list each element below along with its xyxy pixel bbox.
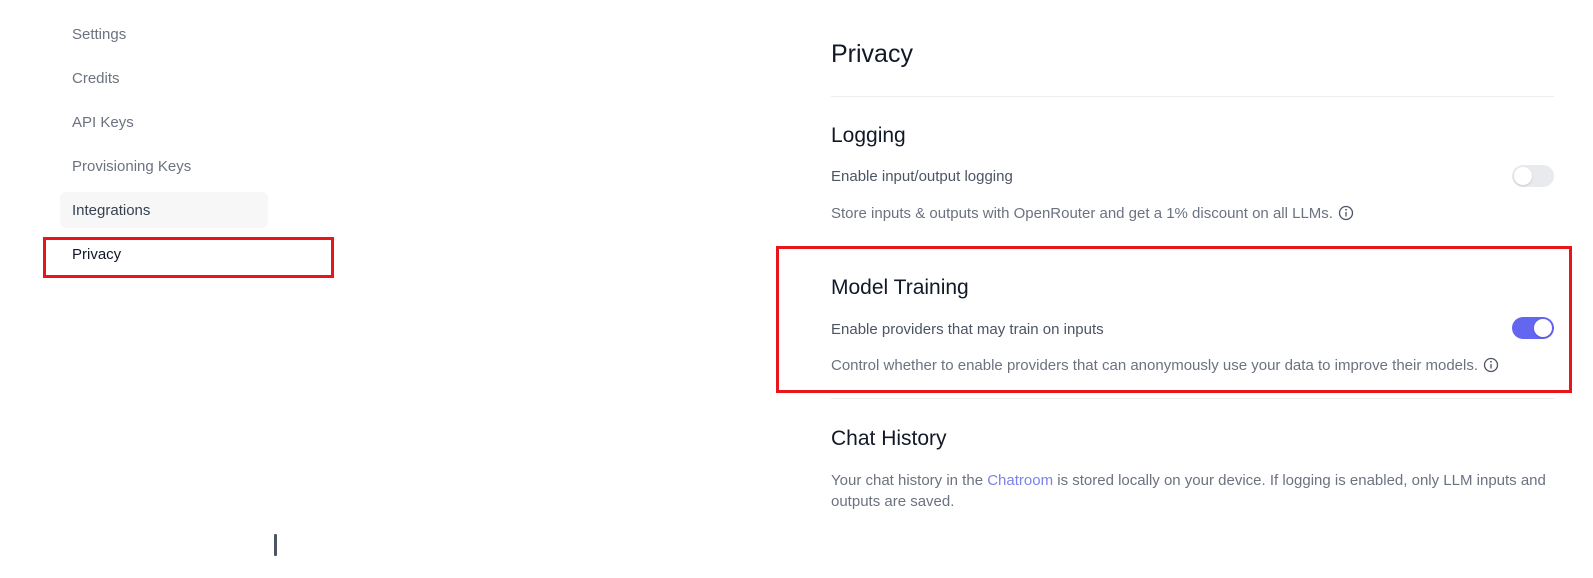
chat-history-section-title: Chat History	[831, 427, 947, 450]
sidebar-item-integrations[interactable]: Integrations	[60, 192, 268, 228]
sidebar-item-privacy[interactable]: Privacy	[60, 236, 268, 272]
logging-section-title: Logging	[831, 124, 906, 147]
sidebar-nav: Settings Credits API Keys Provisioning K…	[0, 0, 340, 578]
sidebar-item-provisioning-keys[interactable]: Provisioning Keys	[60, 148, 268, 184]
sidebar-item-api-keys[interactable]: API Keys	[60, 104, 268, 140]
model-training-toggle[interactable]	[1512, 317, 1554, 339]
info-icon[interactable]	[1338, 205, 1354, 221]
divider	[831, 96, 1554, 97]
page-title: Privacy	[831, 40, 913, 68]
model-training-section-title: Model Training	[831, 276, 969, 299]
divider	[831, 246, 1554, 247]
privacy-settings-panel: Privacy Logging Enable input/output logg…	[831, 0, 1554, 578]
sidebar-item-credits[interactable]: Credits	[60, 60, 268, 96]
divider	[831, 398, 1554, 399]
chatroom-link[interactable]: Chatroom	[987, 472, 1053, 489]
chat-history-description: Your chat history in the Chatroom is sto…	[831, 470, 1554, 512]
chat-history-text-before: Your chat history in the	[831, 472, 988, 489]
text-cursor	[274, 534, 277, 556]
logging-toggle-label: Enable input/output logging	[831, 168, 1013, 185]
model-training-description: Control whether to enable providers that…	[831, 355, 1499, 376]
logging-description-text: Store inputs & outputs with OpenRouter a…	[831, 205, 1333, 222]
logging-toggle[interactable]	[1512, 165, 1554, 187]
model-training-description-text: Control whether to enable providers that…	[831, 357, 1479, 374]
info-icon[interactable]	[1483, 357, 1499, 373]
sidebar-item-settings[interactable]: Settings	[60, 16, 268, 52]
toggle-knob	[1534, 319, 1552, 337]
toggle-knob	[1514, 167, 1532, 185]
logging-description: Store inputs & outputs with OpenRouter a…	[831, 203, 1354, 224]
model-training-toggle-label: Enable providers that may train on input…	[831, 321, 1104, 338]
